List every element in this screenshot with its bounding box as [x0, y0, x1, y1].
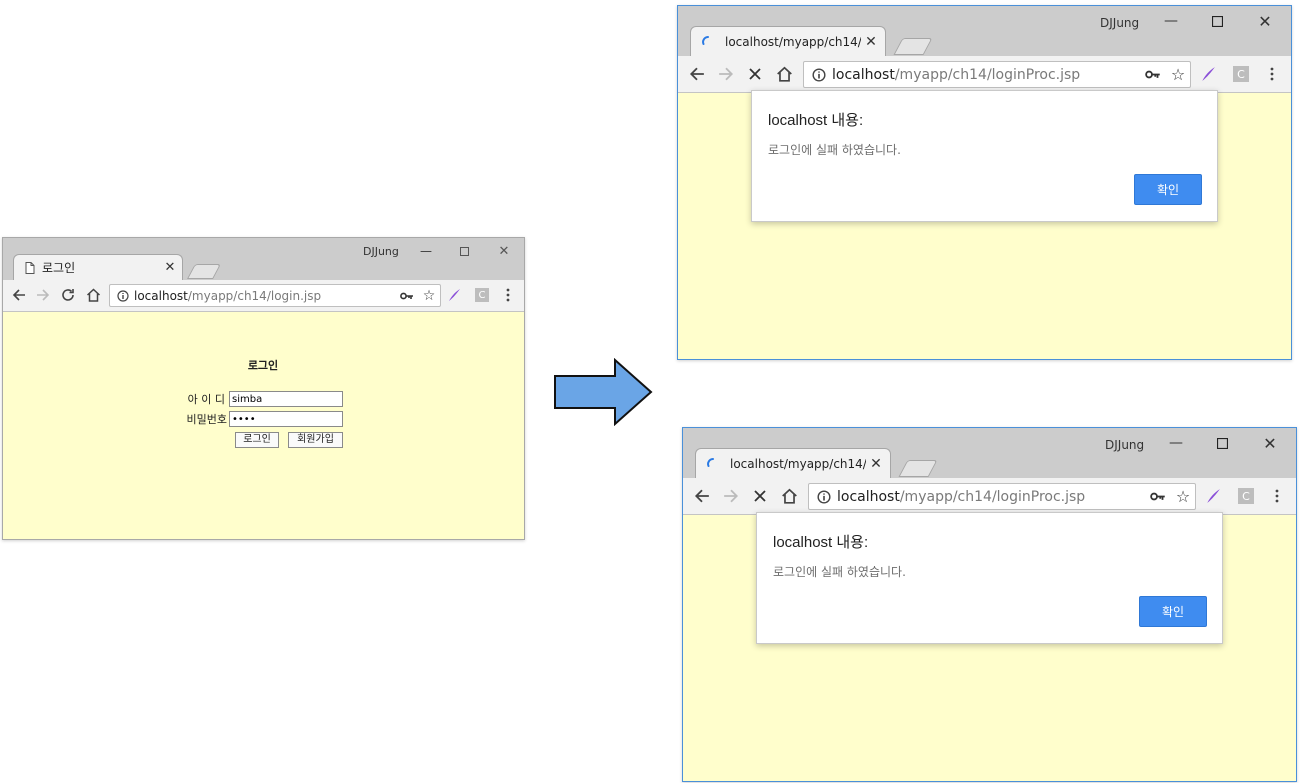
url-text[interactable]: localhost/myapp/ch14/loginProc.jsp	[837, 489, 1145, 505]
url-path: /myapp/ch14/login.jsp	[187, 288, 322, 303]
close-window-icon[interactable]: ✕	[1255, 428, 1285, 458]
profile-name: DJJung	[1105, 438, 1145, 452]
result-browser-window-bottom: localhost/myapp/ch14/lc ✕ DJJung — ✕ loc…	[682, 427, 1297, 782]
star-icon[interactable]: ☆	[418, 288, 440, 304]
result-browser-window-top: localhost/myapp/ch14/lc ✕ DJJung — ✕ loc…	[677, 5, 1292, 360]
ok-button[interactable]: 확인	[1139, 596, 1207, 627]
title-bar: localhost/myapp/ch14/lc ✕ DJJung — ✕	[683, 428, 1296, 478]
tab-loginproc[interactable]: localhost/myapp/ch14/lc ✕	[695, 448, 891, 478]
login-button[interactable]: 로그인	[235, 432, 279, 448]
login-heading: 로그인	[247, 359, 279, 372]
address-bar[interactable]: localhost/myapp/ch14/loginProc.jsp ☆	[803, 61, 1191, 88]
title-bar: localhost/myapp/ch14/lc ✕ DJJung — ✕	[678, 6, 1291, 56]
key-icon[interactable]	[1145, 492, 1171, 501]
close-window-icon[interactable]: ✕	[1250, 6, 1280, 36]
info-icon[interactable]	[816, 489, 832, 504]
close-icon[interactable]	[749, 485, 771, 507]
star-icon[interactable]: ☆	[1171, 487, 1195, 506]
home-icon[interactable]	[83, 285, 103, 305]
url-host: localhost	[134, 288, 188, 303]
kebab-menu-icon[interactable]	[499, 285, 517, 305]
url-host: localhost	[837, 488, 900, 505]
new-tab-button[interactable]	[898, 460, 938, 477]
pen-extension-icon[interactable]	[1201, 485, 1225, 507]
login-browser-window: 로그인 ✕ DJJung — ✕ localhost/myapp/ch14/lo…	[2, 237, 525, 540]
tab-loginproc[interactable]: localhost/myapp/ch14/lc ✕	[690, 26, 886, 56]
reload-icon[interactable]	[58, 285, 78, 305]
close-tab-icon[interactable]: ✕	[866, 456, 886, 472]
tab-title: localhost/myapp/ch14/lc	[730, 456, 866, 471]
arrow-right-icon[interactable]	[720, 485, 742, 507]
c-extension-icon[interactable]: C	[1229, 63, 1253, 85]
close-tab-icon[interactable]: ✕	[861, 34, 881, 50]
password-input[interactable]	[229, 411, 343, 427]
url-path: /myapp/ch14/loginProc.jsp	[894, 66, 1081, 83]
dialog-message: 로그인에 실패 하였습니다.	[768, 143, 901, 157]
toolbar: localhost/myapp/ch14/login.jsp ☆ C	[3, 280, 524, 312]
kebab-menu-icon[interactable]	[1262, 63, 1282, 85]
c-extension-icon[interactable]: C	[1234, 485, 1258, 507]
close-window-icon[interactable]: ✕	[489, 238, 519, 264]
new-tab-button[interactable]	[187, 264, 221, 279]
new-tab-button[interactable]	[893, 38, 933, 55]
home-icon[interactable]	[778, 485, 800, 507]
profile-name: DJJung	[363, 245, 399, 258]
dialog-message: 로그인에 실패 하였습니다.	[773, 565, 906, 579]
password-label: 비밀번호	[186, 413, 227, 426]
arrow-left-icon[interactable]	[9, 285, 29, 305]
arrow-left-icon[interactable]	[686, 63, 708, 85]
id-input[interactable]	[229, 391, 343, 407]
pen-extension-icon[interactable]	[1196, 63, 1220, 85]
c-extension-icon[interactable]: C	[471, 285, 493, 305]
arrow-right-icon[interactable]	[33, 285, 53, 305]
info-icon[interactable]	[811, 67, 827, 82]
url-text[interactable]: localhost/myapp/ch14/login.jsp	[134, 289, 396, 303]
close-tab-icon[interactable]: ✕	[162, 260, 178, 275]
close-icon[interactable]	[744, 63, 766, 85]
url-text[interactable]: localhost/myapp/ch14/loginProc.jsp	[832, 67, 1140, 83]
page-icon	[24, 261, 36, 274]
star-icon[interactable]: ☆	[1166, 65, 1190, 84]
tab-title: localhost/myapp/ch14/lc	[725, 34, 861, 49]
url-host: localhost	[832, 66, 895, 83]
arrow-right-icon[interactable]	[715, 63, 737, 85]
join-button[interactable]: 회원가입	[288, 432, 343, 448]
maximize-icon[interactable]	[1207, 428, 1237, 458]
profile-name: DJJung	[1100, 16, 1140, 30]
toolbar: localhost/myapp/ch14/loginProc.jsp ☆ C	[678, 56, 1291, 93]
tab-login[interactable]: 로그인 ✕	[13, 254, 183, 280]
minimize-icon[interactable]: —	[1156, 6, 1186, 36]
maximize-icon[interactable]	[1202, 6, 1232, 36]
title-bar: 로그인 ✕ DJJung — ✕	[3, 238, 524, 280]
id-label: 아 이 디	[187, 393, 225, 406]
toolbar: localhost/myapp/ch14/loginProc.jsp ☆ C	[683, 478, 1296, 515]
address-bar[interactable]: localhost/myapp/ch14/loginProc.jsp ☆	[808, 483, 1196, 510]
pen-extension-icon[interactable]	[443, 285, 465, 305]
right-arrow-icon	[554, 358, 653, 426]
loading-spinner-icon	[701, 35, 715, 48]
arrow-left-icon[interactable]	[691, 485, 713, 507]
key-icon[interactable]	[1140, 70, 1166, 79]
address-bar[interactable]: localhost/myapp/ch14/login.jsp ☆	[109, 284, 441, 307]
kebab-menu-icon[interactable]	[1267, 485, 1287, 507]
page-content: 로그인 아 이 디 비밀번호 로그인 회원가입	[3, 312, 524, 539]
maximize-icon[interactable]	[449, 238, 479, 264]
tab-title: 로그인	[42, 261, 76, 275]
info-icon[interactable]	[116, 289, 130, 302]
dialog-title: localhost 내용:	[768, 112, 864, 129]
alert-dialog: localhost 내용: 로그인에 실패 하였습니다. 확인	[756, 512, 1223, 644]
loading-spinner-icon	[706, 457, 720, 470]
minimize-icon[interactable]: —	[1161, 428, 1191, 458]
home-icon[interactable]	[773, 63, 795, 85]
ok-button[interactable]: 확인	[1134, 174, 1202, 205]
minimize-icon[interactable]: —	[411, 238, 441, 264]
url-path: /myapp/ch14/loginProc.jsp	[899, 488, 1086, 505]
alert-dialog: localhost 내용: 로그인에 실패 하였습니다. 확인	[751, 90, 1218, 222]
key-icon[interactable]	[396, 292, 418, 300]
dialog-title: localhost 내용:	[773, 534, 869, 551]
